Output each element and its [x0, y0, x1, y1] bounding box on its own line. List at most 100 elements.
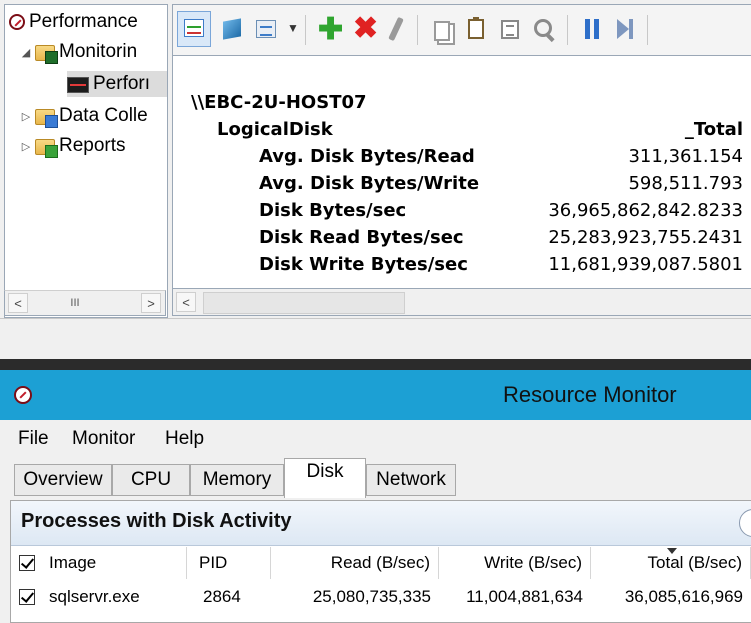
tab-overview[interactable]: Overview: [14, 464, 112, 496]
column-header-pid[interactable]: PID: [187, 547, 271, 579]
sort-descending-icon: [667, 548, 677, 554]
performance-monitor-window: Performance ◢ Monitorin Perforı ▷ Data C…: [0, 0, 751, 359]
tree-item-label: Data Colle: [59, 105, 148, 126]
resource-monitor-window: Resource Monitor File Monitor Help Overv…: [0, 370, 751, 623]
tab-memory[interactable]: Memory: [190, 464, 284, 496]
menu-help[interactable]: Help: [165, 428, 204, 450]
zoom-icon: [534, 19, 552, 37]
counter-name: Disk Read Bytes/sec: [259, 227, 464, 248]
table-header: Image PID Read (B/sec) Write (B/sec) Tot…: [11, 547, 751, 581]
paste-counter-list-icon: [468, 17, 484, 39]
resource-monitor-app-icon[interactable]: [14, 386, 32, 404]
row-checkbox[interactable]: [19, 589, 35, 605]
highlight-button[interactable]: [383, 15, 409, 43]
report-host: \\EBC-2U-HOST07: [191, 92, 367, 113]
delete-counter-icon: ✖: [353, 12, 379, 45]
tree-item-label: Monitorin: [59, 41, 138, 62]
monitoring-tools-folder-icon: [35, 45, 58, 64]
counter-value: 11,681,939,087.5801: [548, 254, 743, 275]
title-bar[interactable]: Resource Monitor: [0, 370, 751, 420]
tab-network[interactable]: Network: [366, 464, 456, 496]
select-all-checkbox[interactable]: [19, 555, 35, 571]
update-data-icon: [617, 19, 633, 39]
tree-item-label: Perforı: [93, 73, 151, 94]
copy-properties-icon: [434, 21, 450, 41]
properties-icon: [501, 20, 519, 39]
view-graph-icon: [184, 19, 204, 37]
delete-counter-button[interactable]: ✖: [349, 12, 379, 45]
add-counter-icon: ✚: [318, 13, 344, 46]
processes-with-disk-activity-panel: Processes with Disk Activity ‹ Image PID…: [10, 500, 751, 623]
column-header-image[interactable]: Image: [11, 547, 187, 579]
collapsed-triangle-icon[interactable]: ▷: [19, 110, 33, 123]
performance-monitor-graph-icon: [67, 77, 89, 93]
scroll-thumb[interactable]: III: [45, 294, 105, 312]
tree-horizontal-scrollbar[interactable]: < III >: [4, 290, 166, 316]
properties-button[interactable]: [497, 15, 523, 43]
tree-item-performance[interactable]: Performance: [9, 9, 138, 35]
tab-disk[interactable]: Disk: [284, 458, 366, 498]
panel-header[interactable]: Processes with Disk Activity ‹: [11, 501, 751, 546]
highlight-icon: [388, 16, 404, 42]
scroll-thumb[interactable]: [203, 292, 405, 314]
tree-item-performance-monitor[interactable]: Perforı: [67, 71, 167, 97]
expanded-triangle-icon[interactable]: ◢: [19, 46, 33, 59]
change-graph-type-icon: [256, 20, 276, 38]
cell-image: sqlservr.exe: [11, 581, 187, 613]
tree-item-data-collector-sets[interactable]: ▷ Data Colle: [19, 103, 148, 129]
view-histogram-button[interactable]: [219, 15, 245, 43]
graph-type-dropdown[interactable]: ▼: [281, 15, 299, 43]
view-graph-button[interactable]: [177, 11, 211, 47]
cell-pid: 2864: [203, 587, 241, 606]
paste-counter-list-button[interactable]: [463, 15, 489, 43]
status-bar: [0, 318, 751, 359]
console-tree: Performance ◢ Monitorin Perforı ▷ Data C…: [4, 4, 168, 318]
tree-item-label: Performance: [29, 11, 138, 32]
collapsed-triangle-icon[interactable]: ▷: [19, 140, 33, 153]
menu-file[interactable]: File: [18, 428, 49, 450]
perfmon-toolbar: ▼ ✚ ✖: [172, 4, 751, 56]
performance-icon: [9, 14, 25, 30]
counter-name: Disk Bytes/sec: [259, 200, 407, 221]
column-header-total[interactable]: Total (B/sec): [591, 547, 751, 579]
freeze-display-icon: [585, 19, 590, 39]
panel-title: Processes with Disk Activity: [21, 510, 292, 532]
window-title: Resource Monitor: [503, 382, 677, 407]
scroll-right-button[interactable]: >: [141, 293, 161, 313]
data-collector-folder-icon: [35, 109, 58, 128]
view-histogram-icon: [223, 18, 241, 40]
dropdown-arrow-icon: ▼: [287, 21, 299, 35]
tree-item-label: Reports: [59, 135, 126, 156]
counter-value: 311,361.154: [628, 146, 743, 167]
tree-item-reports[interactable]: ▷ Reports: [19, 133, 126, 159]
cell-write: 11,004,881,634: [466, 587, 583, 606]
report-horizontal-scrollbar[interactable]: <: [172, 288, 751, 316]
report-instance: _Total: [684, 119, 743, 140]
column-header-read[interactable]: Read (B/sec): [271, 547, 439, 579]
tab-strip: Overview CPU Memory Disk Network: [0, 458, 751, 500]
change-graph-type-button[interactable]: [253, 15, 279, 43]
zoom-button[interactable]: [531, 15, 557, 43]
counter-name: Avg. Disk Bytes/Read: [259, 146, 475, 167]
counter-value: 36,965,862,842.8233: [548, 200, 743, 221]
tab-cpu[interactable]: CPU: [112, 464, 190, 496]
report-object: LogicalDisk: [217, 119, 333, 140]
reports-folder-icon: [35, 139, 58, 158]
report-view: \\EBC-2U-HOST07 LogicalDisk _Total Avg. …: [172, 56, 751, 288]
counter-name: Avg. Disk Bytes/Write: [259, 173, 480, 194]
copy-properties-button[interactable]: [429, 15, 455, 43]
table-row[interactable]: sqlservr.exe 2864 25,080,735,335 11,004,…: [11, 581, 751, 613]
column-header-write[interactable]: Write (B/sec): [439, 547, 591, 579]
cell-total: 36,085,616,969: [624, 587, 743, 606]
menu-monitor[interactable]: Monitor: [72, 428, 135, 450]
counter-name: Disk Write Bytes/sec: [259, 254, 468, 275]
cell-read: 25,080,735,335: [312, 587, 431, 606]
scroll-left-button[interactable]: <: [8, 293, 28, 313]
scroll-left-button[interactable]: <: [176, 292, 196, 312]
collapse-panel-button[interactable]: ‹: [739, 509, 751, 537]
add-counter-button[interactable]: ✚: [315, 13, 344, 46]
update-data-button[interactable]: [613, 15, 639, 43]
counter-value: 598,511.793: [628, 173, 743, 194]
freeze-display-button[interactable]: [579, 15, 605, 43]
tree-item-monitoring-tools[interactable]: ◢ Monitorin: [19, 39, 137, 65]
